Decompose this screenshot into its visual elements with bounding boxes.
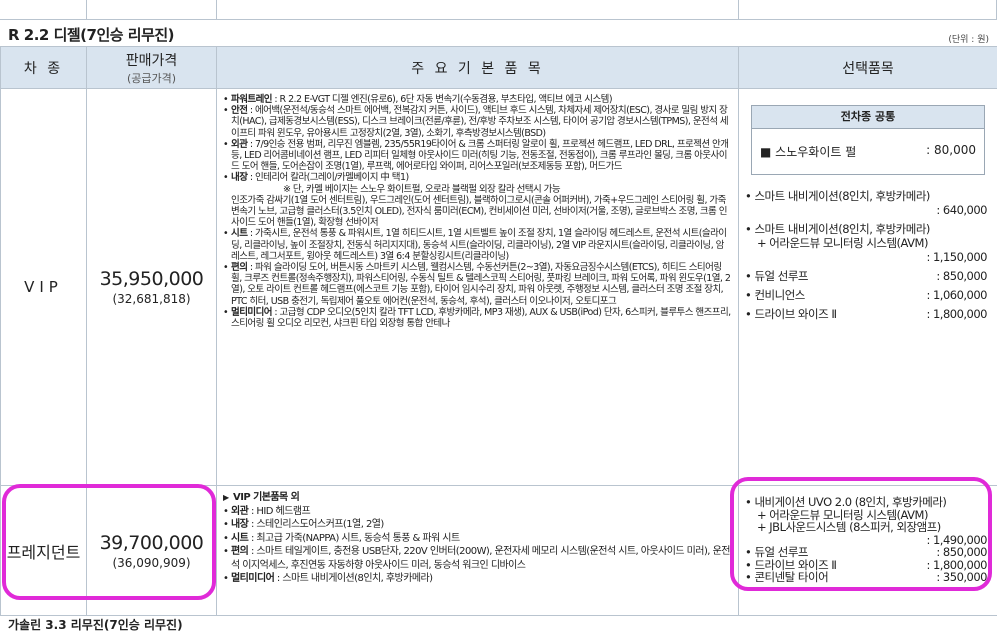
option-item: 스마트 내비게이션(8인치, 후방카메라)+ 어라운드뷰 모니터링 시스템(AV… <box>745 222 991 264</box>
feature-item: 인조가죽 감싸기(1열 도어 센터트림), 우드그레인(도어 센터트림), 블랙… <box>223 195 732 229</box>
unit-label: (단위 : 원) <box>948 32 989 45</box>
option-item: • 콘티넨탈 타이어: 350,000 <box>745 571 991 584</box>
president-features: VIP 기본품목 외외관 : HID 헤드램프내장 : 스테인리스도어스커프(1… <box>217 486 739 616</box>
option-item: 드라이브 와이즈 Ⅱ: 1,800,000 <box>745 307 991 321</box>
vip-options: 전차종 공통 ■ 스노우화이트 펄 : 80,000 스마트 내비게이션(8인치… <box>739 89 997 486</box>
common-option-row: ■ 스노우화이트 펄 : 80,000 <box>752 129 984 174</box>
header-row: 차 종 판매가격 (공급가격) 주 요 기 본 품 목 선택품목 <box>1 47 997 89</box>
common-options-header: 전차종 공통 <box>752 106 984 129</box>
vip-price-cell: 35,950,000 (32,681,818) <box>87 89 217 486</box>
feature-item: 편의 : 스마트 테일게이트, 충전용 USB단자, 220V 인버터(200W… <box>223 545 732 572</box>
header-price: 판매가격 (공급가격) <box>87 47 217 89</box>
vip-features: 파워트레인 : R 2.2 E-VGT 디젤 엔진(유로6), 6단 자동 변속… <box>217 89 739 486</box>
previous-table-edge <box>0 0 997 20</box>
feature-item: 내장 : 스테인리스도어스커프(1열, 2열) <box>223 518 732 532</box>
option-item: 컨비니언스: 1,060,000 <box>745 288 991 302</box>
spec-table: 차 종 판매가격 (공급가격) 주 요 기 본 품 목 선택품목 VIP 35,… <box>0 46 997 616</box>
feature-item: 멀티미디어 : 고급형 CDP 오디오(5인치 칼라 TFT LCD, 후방카메… <box>223 307 732 329</box>
president-supply-price: (36,090,909) <box>87 556 216 570</box>
next-section-title: 가솔린 3.3 리무진(7인승 리무진) <box>8 616 183 633</box>
president-price: 39,700,000 <box>87 532 216 554</box>
feature-item: 내장 : 인테리어 칼라(그레이/카멜베이지 中 택1) <box>223 172 732 183</box>
common-option-price: : 80,000 <box>926 143 976 160</box>
header-model: 차 종 <box>1 47 87 89</box>
president-model: 프레지던트 <box>1 486 87 616</box>
feature-item: 파워트레인 : R 2.2 E-VGT 디젤 엔진(유로6), 6단 자동 변속… <box>223 94 732 105</box>
feature-item: 안전 : 에어백(운전석/동승석 스마트 에어백, 전복감지 커튼, 사이드),… <box>223 105 732 139</box>
option-item: + JBL사운드시스템 (8스피커, 외장앰프) <box>745 521 991 534</box>
vip-feature-list: 파워트레인 : R 2.2 E-VGT 디젤 엔진(유로6), 6단 자동 변속… <box>223 94 732 329</box>
feature-item: 시트 : 가죽시트, 운전석 통풍 & 파워시트, 1열 히티드시트, 1열 시… <box>223 228 732 262</box>
president-price-cell: 39,700,000 (36,090,909) <box>87 486 217 616</box>
header-features: 주 요 기 본 품 목 <box>217 47 739 89</box>
president-feature-list: VIP 기본품목 외외관 : HID 헤드램프내장 : 스테인리스도어스커프(1… <box>223 491 732 586</box>
feature-item: 멀티미디어 : 스마트 내비게이션(8인치, 후방카메라) <box>223 572 732 586</box>
president-row: 프레지던트 39,700,000 (36,090,909) VIP 기본품목 외… <box>1 486 997 616</box>
vip-price: 35,950,000 <box>87 268 216 290</box>
common-option-name: ■ 스노우화이트 펄 <box>760 143 856 160</box>
option-item: 듀얼 선루프: 850,000 <box>745 269 991 283</box>
feature-item: 시트 : 최고급 가죽(NAPPA) 시트, 동승석 통풍 & 파워 시트 <box>223 532 732 546</box>
option-item: 스마트 내비게이션(8인치, 후방카메라): 640,000 <box>745 189 991 217</box>
feature-item: ※ 단, 카멜 베이지는 스노우 화이트펄, 오로라 블랙펄 외장 칼라 선택시… <box>223 184 732 195</box>
vip-option-list: 스마트 내비게이션(8인치, 후방카메라): 640,000 스마트 내비게이션(… <box>745 189 991 321</box>
president-options: • 내비게이션 UVO 2.0 (8인치, 후방카메라) + 어라운드뷰 모니터… <box>739 486 997 616</box>
feature-item: 편의 : 파워 슬라이딩 도어, 버튼시동 스마트키 시스템, 웰컴시스템, 수… <box>223 262 732 307</box>
section-title: R 2.2 디젤(7인승 리무진) <box>8 24 174 45</box>
feature-item: 외관 : 7/9인승 전용 범퍼, 리무진 엠블렘, 235/55R19타이어 … <box>223 139 732 173</box>
header-options: 선택품목 <box>739 47 997 89</box>
feature-item: 외관 : HID 헤드램프 <box>223 505 732 519</box>
president-option-list: • 내비게이션 UVO 2.0 (8인치, 후방카메라) + 어라운드뷰 모니터… <box>745 496 991 584</box>
feature-item: VIP 기본품목 외 <box>223 491 732 505</box>
vip-row: VIP 35,950,000 (32,681,818) 파워트레인 : R 2.… <box>1 89 997 486</box>
vip-supply-price: (32,681,818) <box>87 292 216 306</box>
vip-model: VIP <box>1 89 87 486</box>
common-options-box: 전차종 공통 ■ 스노우화이트 펄 : 80,000 <box>751 105 985 175</box>
